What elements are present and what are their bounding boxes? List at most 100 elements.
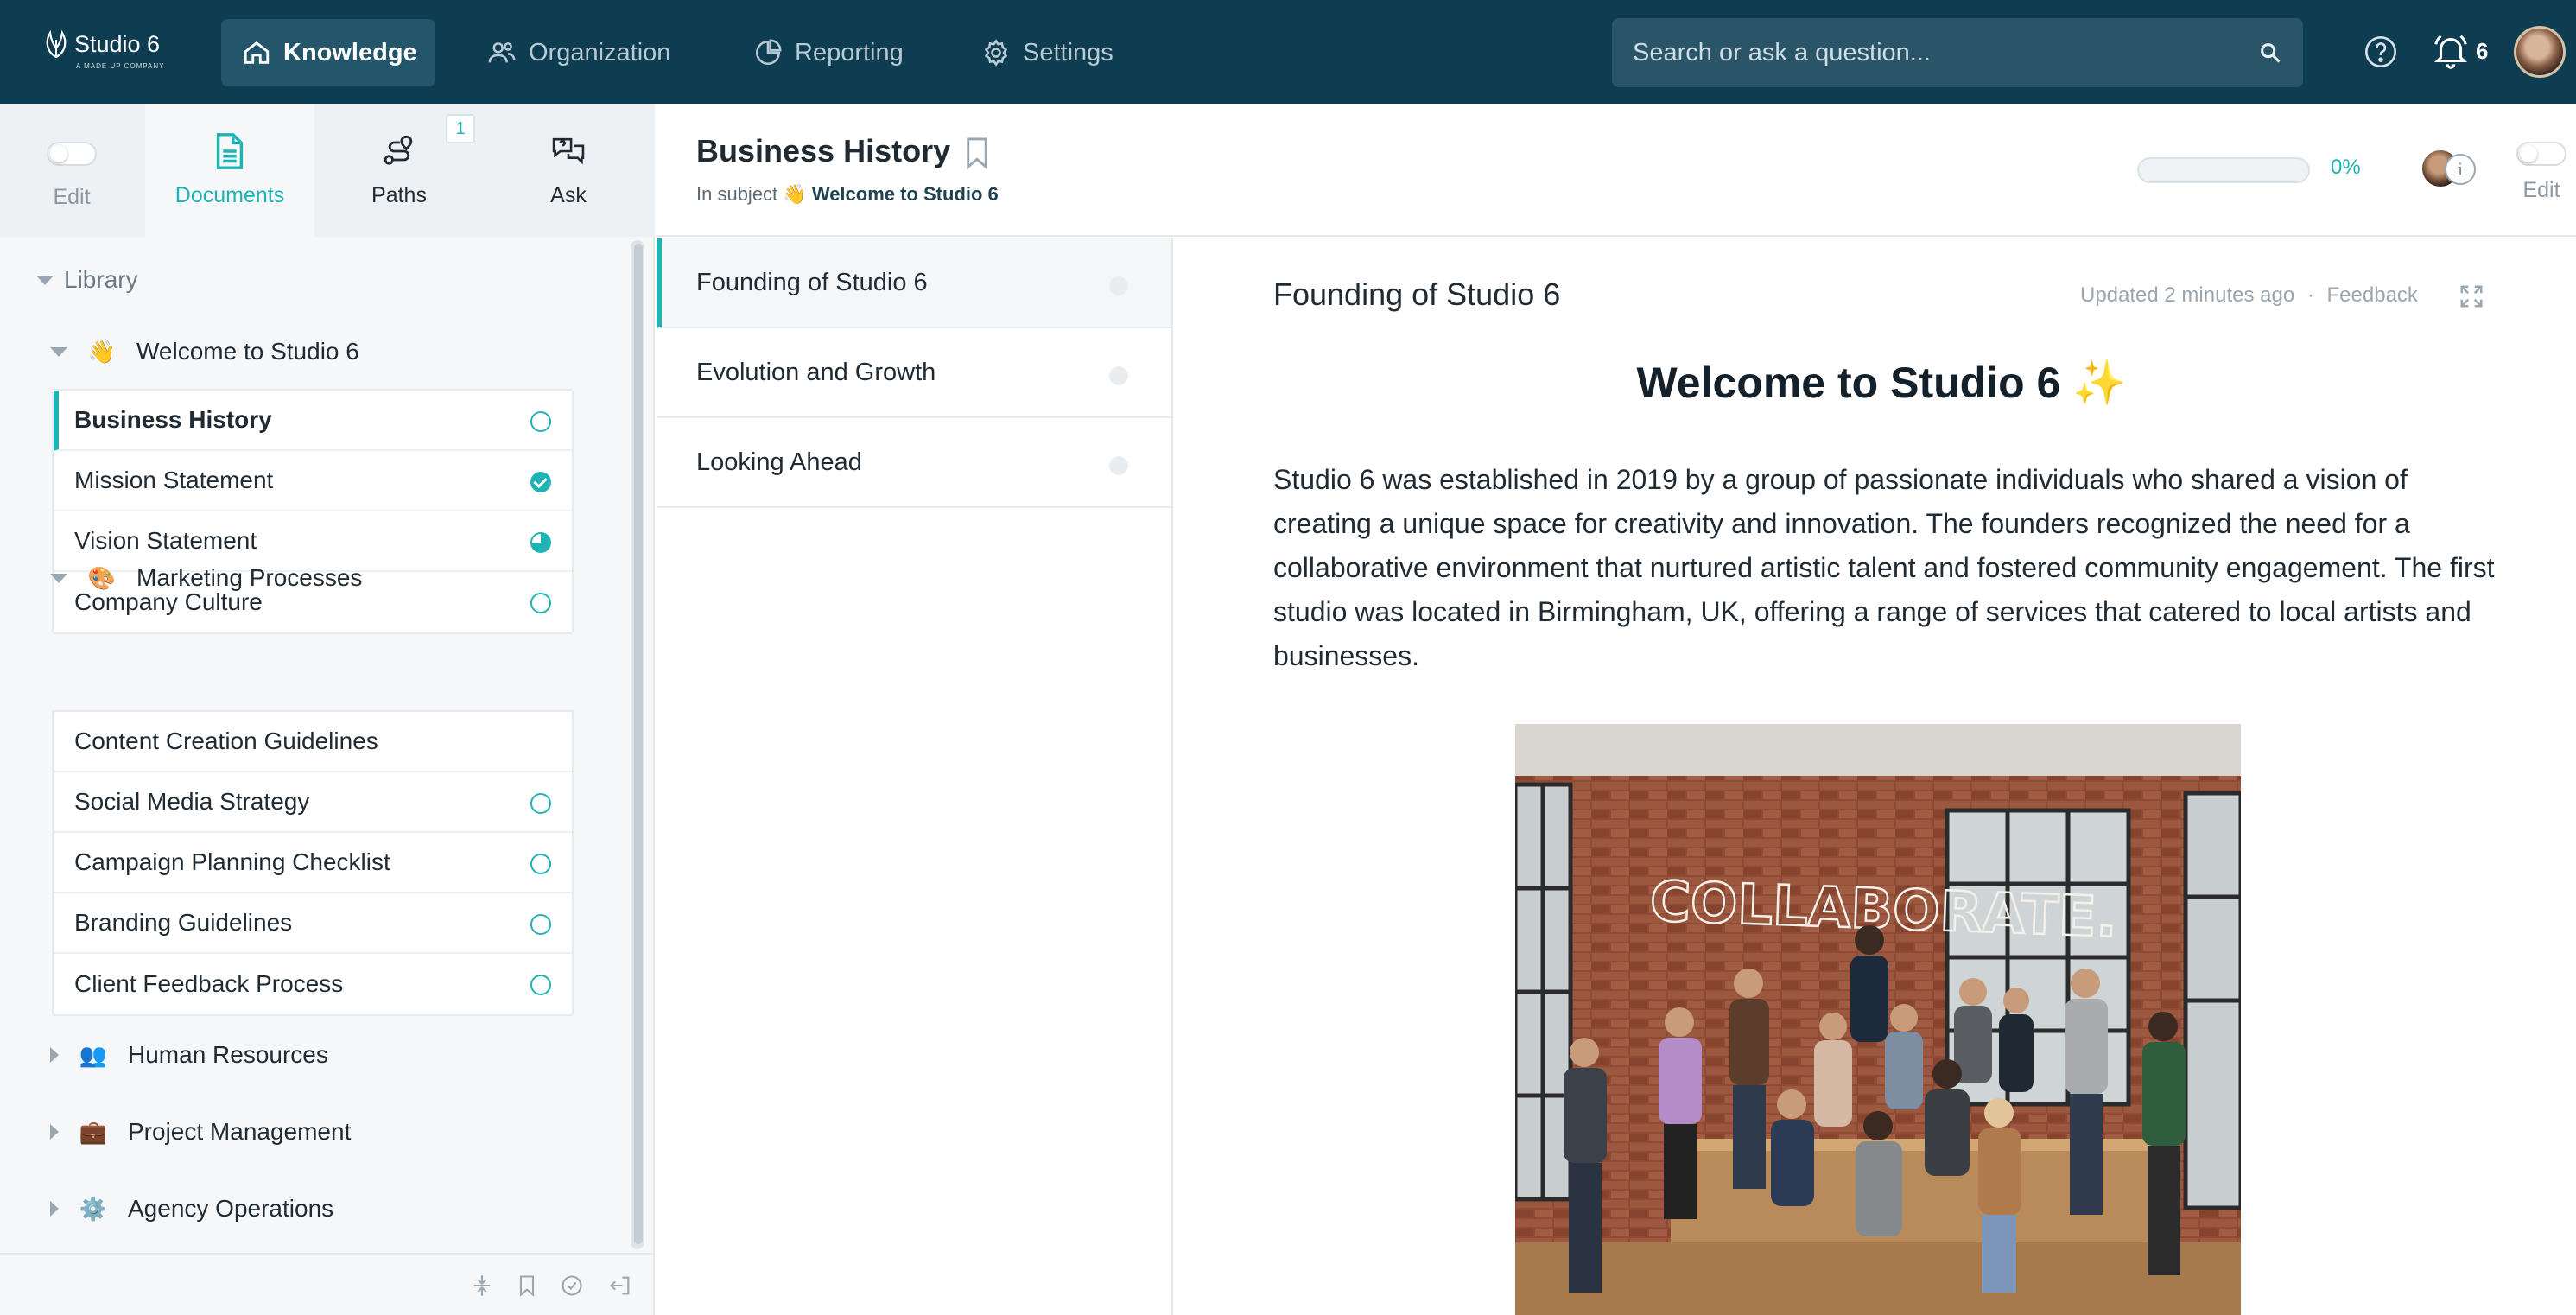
document-header: Business History In subject 👋 Welcome to… [657,104,2576,237]
logo-tagline: A MADE UP COMPANY [76,62,165,70]
gear-emoji-icon: ⚙️ [79,1195,108,1222]
nav-organization-label: Organization [529,38,671,67]
document-content: Founding of Studio 6 Updated 2 minutes a… [1175,238,2576,1315]
subject-welcome[interactable]: 👋 Welcome to Studio 6 [50,332,359,372]
progress-bar [2137,157,2310,183]
subject-human-resources[interactable]: 👥 Human Resources [50,1035,328,1075]
sidebar-scrollbar-thumb[interactable] [634,244,643,1244]
section-status-dot [1109,366,1128,385]
doc-item-content-creation[interactable]: Content Creation Guidelines [54,712,572,772]
breadcrumb-emoji: 👋 [783,183,807,205]
section-label: Looking Ahead [696,448,862,476]
nav-knowledge[interactable]: Knowledge [221,19,435,86]
people-emoji-icon: 👥 [79,1041,108,1068]
document-title: Business History [696,133,951,168]
nav-settings-label: Settings [1023,38,1114,67]
search-bar [1612,18,2303,87]
bookmark-icon[interactable] [964,137,990,169]
nav-reporting[interactable]: Reporting [753,19,904,86]
user-avatar[interactable] [2514,26,2566,78]
bookmark-icon[interactable] [515,1274,539,1298]
feedback-link[interactable]: Feedback [2327,283,2418,307]
section-item-evolution[interactable]: Evolution and Growth [657,328,1171,418]
palette-emoji-icon: 🎨 [87,564,117,591]
studio6-logo[interactable]: Studio 6 A MADE UP COMPANY [38,22,168,74]
pie-chart-icon [755,39,782,66]
doc-label: Branding Guidelines [74,909,293,936]
sidebar-footer [0,1253,653,1315]
doc-item-client-feedback[interactable]: Client Feedback Process [54,954,572,1014]
tab-paths[interactable]: Paths 1 [314,104,484,237]
expand-caret-icon [50,1201,59,1217]
progress-percent: 0% [2331,156,2361,179]
briefcase-emoji-icon: 💼 [79,1118,108,1145]
doc-group-marketing-list: Content Creation Guidelines Social Media… [52,710,574,1016]
paths-badge: 1 [446,114,475,143]
doc-item-business-history[interactable]: Business History [54,391,572,451]
subject-label: Human Resources [128,1041,328,1068]
collapse-caret-icon [50,573,67,583]
status-not-started-icon [530,593,551,613]
subject-label: Agency Operations [128,1195,334,1222]
logo-name: Studio 6 [74,31,161,57]
library-tree: Library 👋 Welcome to Studio 6 Business H… [0,237,639,1253]
edit-toggle[interactable] [2516,142,2566,166]
tab-documents-label: Documents [174,183,285,207]
breadcrumb-subject-link[interactable]: Welcome to Studio 6 [812,183,999,205]
document-icon [216,133,244,169]
tab-edit-label: Edit [53,185,91,209]
nav-settings[interactable]: Settings [981,19,1114,86]
tab-documents[interactable]: Documents [145,104,314,237]
search-input[interactable] [1633,18,2237,87]
breadcrumb: In subject 👋 Welcome to Studio 6 [696,183,999,206]
tab-paths-label: Paths [371,183,427,207]
nav-organization[interactable]: Organization [487,19,670,86]
content-heading-text: Welcome to Studio 6 [1636,359,2061,407]
expand-fullscreen-icon[interactable] [2459,283,2484,309]
section-label: Evolution and Growth [696,358,936,386]
sidebar-tabs: Edit Documents Paths 1 Ask [0,104,655,237]
section-item-founding[interactable]: Founding of Studio 6 [657,238,1171,328]
section-status-dot [1109,276,1128,295]
status-not-started-icon [530,914,551,935]
section-item-looking-ahead[interactable]: Looking Ahead [657,418,1171,508]
help-icon[interactable] [2363,35,2398,69]
sparkle-emoji-icon: ✨ [2072,359,2127,407]
library-label: Library [64,266,138,293]
tab-edit[interactable]: Edit [0,104,143,237]
doc-item-mission-statement[interactable]: Mission Statement [54,451,572,511]
doc-item-branding-guidelines[interactable]: Branding Guidelines [54,893,572,954]
status-not-started-icon [530,793,551,814]
doc-label: Business History [74,406,272,433]
subject-project-management[interactable]: 💼 Project Management [50,1112,351,1152]
team-photo: COLLABORATE. [1515,724,2241,1315]
doc-label: Vision Statement [74,527,257,554]
info-icon[interactable]: i [2445,154,2476,185]
doc-item-social-media[interactable]: Social Media Strategy [54,772,572,833]
subject-agency-operations[interactable]: ⚙️ Agency Operations [50,1189,333,1229]
tab-ask[interactable]: Ask [484,104,653,237]
top-bar: Studio 6 A MADE UP COMPANY Knowledge Org… [0,0,2576,104]
doc-item-campaign-planning[interactable]: Campaign Planning Checklist [54,833,572,893]
edit-toggle-group[interactable]: Edit [2507,142,2576,203]
bell-icon[interactable] [2431,31,2471,71]
edit-label: Edit [2522,178,2560,202]
status-in-progress-icon [530,532,551,553]
nav-reporting-label: Reporting [795,38,904,67]
check-circle-icon[interactable] [560,1274,584,1298]
doc-label: Content Creation Guidelines [74,727,378,754]
collapse-caret-icon [36,275,54,285]
subject-marketing[interactable]: 🎨 Marketing Processes [50,558,362,598]
route-icon [384,135,413,165]
collapse-sidebar-icon[interactable] [608,1274,632,1298]
library-header[interactable]: Library [36,266,138,294]
leaf-logo-icon [46,29,67,59]
collapse-caret-icon [50,346,67,357]
nav-knowledge-label: Knowledge [283,38,417,67]
collapse-all-icon[interactable] [470,1274,494,1298]
search-icon[interactable] [2258,41,2282,65]
updated-timestamp: Updated 2 minutes ago [2080,283,2295,307]
content-heading: Welcome to Studio 6 ✨ [1273,358,2490,409]
doc-label: Social Media Strategy [74,788,310,815]
edit-toggle[interactable] [47,142,97,166]
